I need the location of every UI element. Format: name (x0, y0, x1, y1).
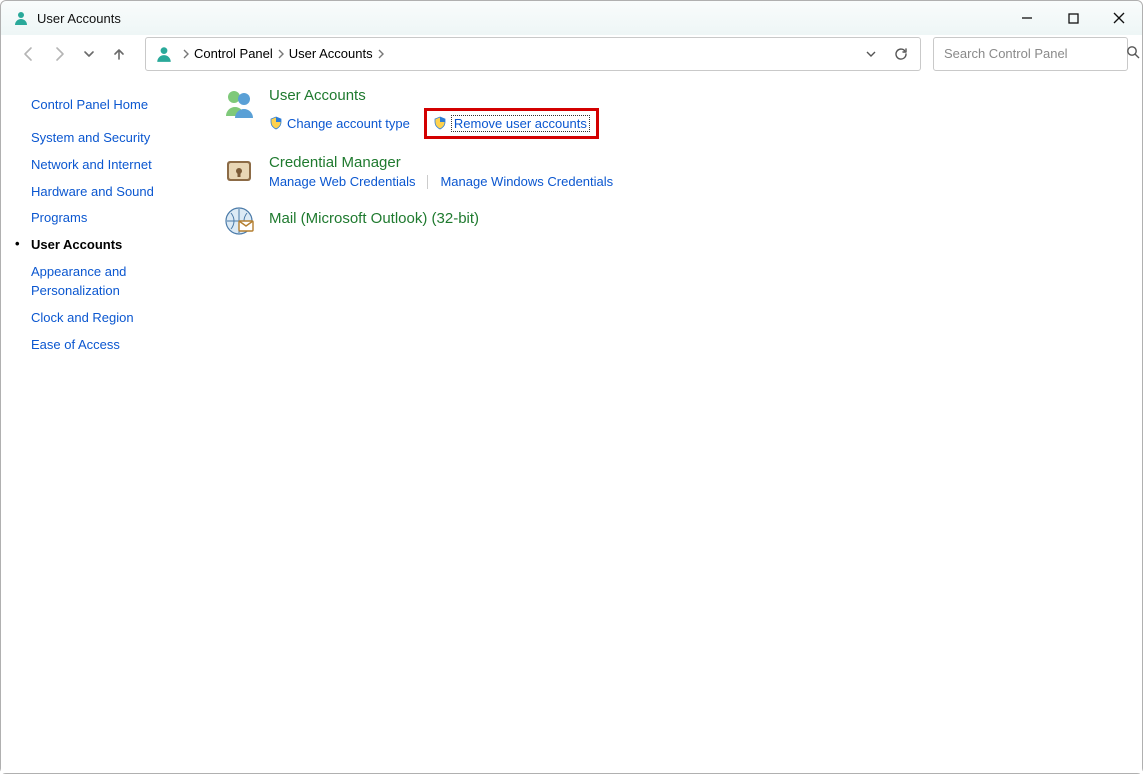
title-bar: User Accounts (1, 1, 1142, 35)
credential-manager-title[interactable]: Credential Manager (269, 153, 1122, 173)
close-button[interactable] (1096, 1, 1142, 35)
search-input[interactable] (942, 45, 1122, 62)
sidebar-item-hardware-sound[interactable]: Hardware and Sound (1, 179, 201, 206)
body: Control Panel Home System and Security N… (1, 72, 1142, 773)
category-credential-manager: Credential Manager Manage Web Credential… (221, 153, 1122, 190)
maximize-button[interactable] (1050, 1, 1096, 35)
user-accounts-title[interactable]: User Accounts (269, 86, 1122, 106)
address-bar[interactable]: Control Panel User Accounts (145, 37, 921, 71)
search-box[interactable] (933, 37, 1128, 71)
up-button[interactable] (105, 40, 133, 68)
back-button[interactable] (15, 40, 43, 68)
control-panel-icon (154, 44, 174, 64)
sidebar: Control Panel Home System and Security N… (1, 72, 201, 773)
sidebar-home[interactable]: Control Panel Home (1, 92, 201, 125)
change-account-type-label: Change account type (287, 116, 410, 131)
remove-user-accounts-link[interactable]: Remove user accounts (433, 115, 590, 132)
window-controls (1004, 1, 1142, 35)
category-user-accounts: User Accounts Change account type (221, 86, 1122, 139)
nav-toolbar: Control Panel User Accounts (1, 35, 1142, 72)
address-dropdown-button[interactable] (856, 39, 886, 69)
breadcrumb-root[interactable]: Control Panel (192, 46, 275, 61)
mail-icon (221, 203, 257, 239)
change-account-type-link[interactable]: Change account type (269, 116, 410, 131)
chevron-right-icon[interactable] (275, 49, 287, 59)
uac-shield-icon (433, 116, 447, 130)
content-area: User Accounts Change account type (201, 72, 1142, 773)
breadcrumb-current[interactable]: User Accounts (287, 46, 375, 61)
sidebar-item-network-internet[interactable]: Network and Internet (1, 152, 201, 179)
window-title: User Accounts (37, 11, 121, 26)
minimize-button[interactable] (1004, 1, 1050, 35)
window: User Accounts (0, 0, 1143, 774)
user-accounts-category-icon (221, 86, 257, 122)
search-icon[interactable] (1126, 45, 1140, 62)
manage-windows-credentials-link[interactable]: Manage Windows Credentials (440, 174, 613, 189)
sidebar-item-programs[interactable]: Programs (1, 205, 201, 232)
recent-locations-button[interactable] (75, 40, 103, 68)
chevron-right-icon[interactable] (375, 49, 387, 59)
credential-manager-icon (221, 153, 257, 189)
remove-user-accounts-label: Remove user accounts (451, 115, 590, 132)
uac-shield-icon (269, 116, 283, 130)
forward-button[interactable] (45, 40, 73, 68)
sidebar-item-user-accounts[interactable]: User Accounts (1, 232, 201, 259)
separator (427, 175, 428, 189)
category-mail: Mail (Microsoft Outlook) (32-bit) (221, 203, 1122, 239)
sidebar-item-ease-access[interactable]: Ease of Access (1, 332, 201, 359)
manage-web-credentials-link[interactable]: Manage Web Credentials (269, 174, 415, 189)
annotation-highlight: Remove user accounts (424, 108, 599, 139)
user-accounts-icon (13, 10, 29, 26)
sidebar-item-clock-region[interactable]: Clock and Region (1, 305, 201, 332)
chevron-right-icon[interactable] (180, 49, 192, 59)
mail-title[interactable]: Mail (Microsoft Outlook) (32-bit) (269, 209, 1122, 229)
refresh-button[interactable] (886, 39, 916, 69)
sidebar-item-system-security[interactable]: System and Security (1, 125, 201, 152)
sidebar-item-appearance[interactable]: Appearance and Personalization (1, 259, 151, 305)
